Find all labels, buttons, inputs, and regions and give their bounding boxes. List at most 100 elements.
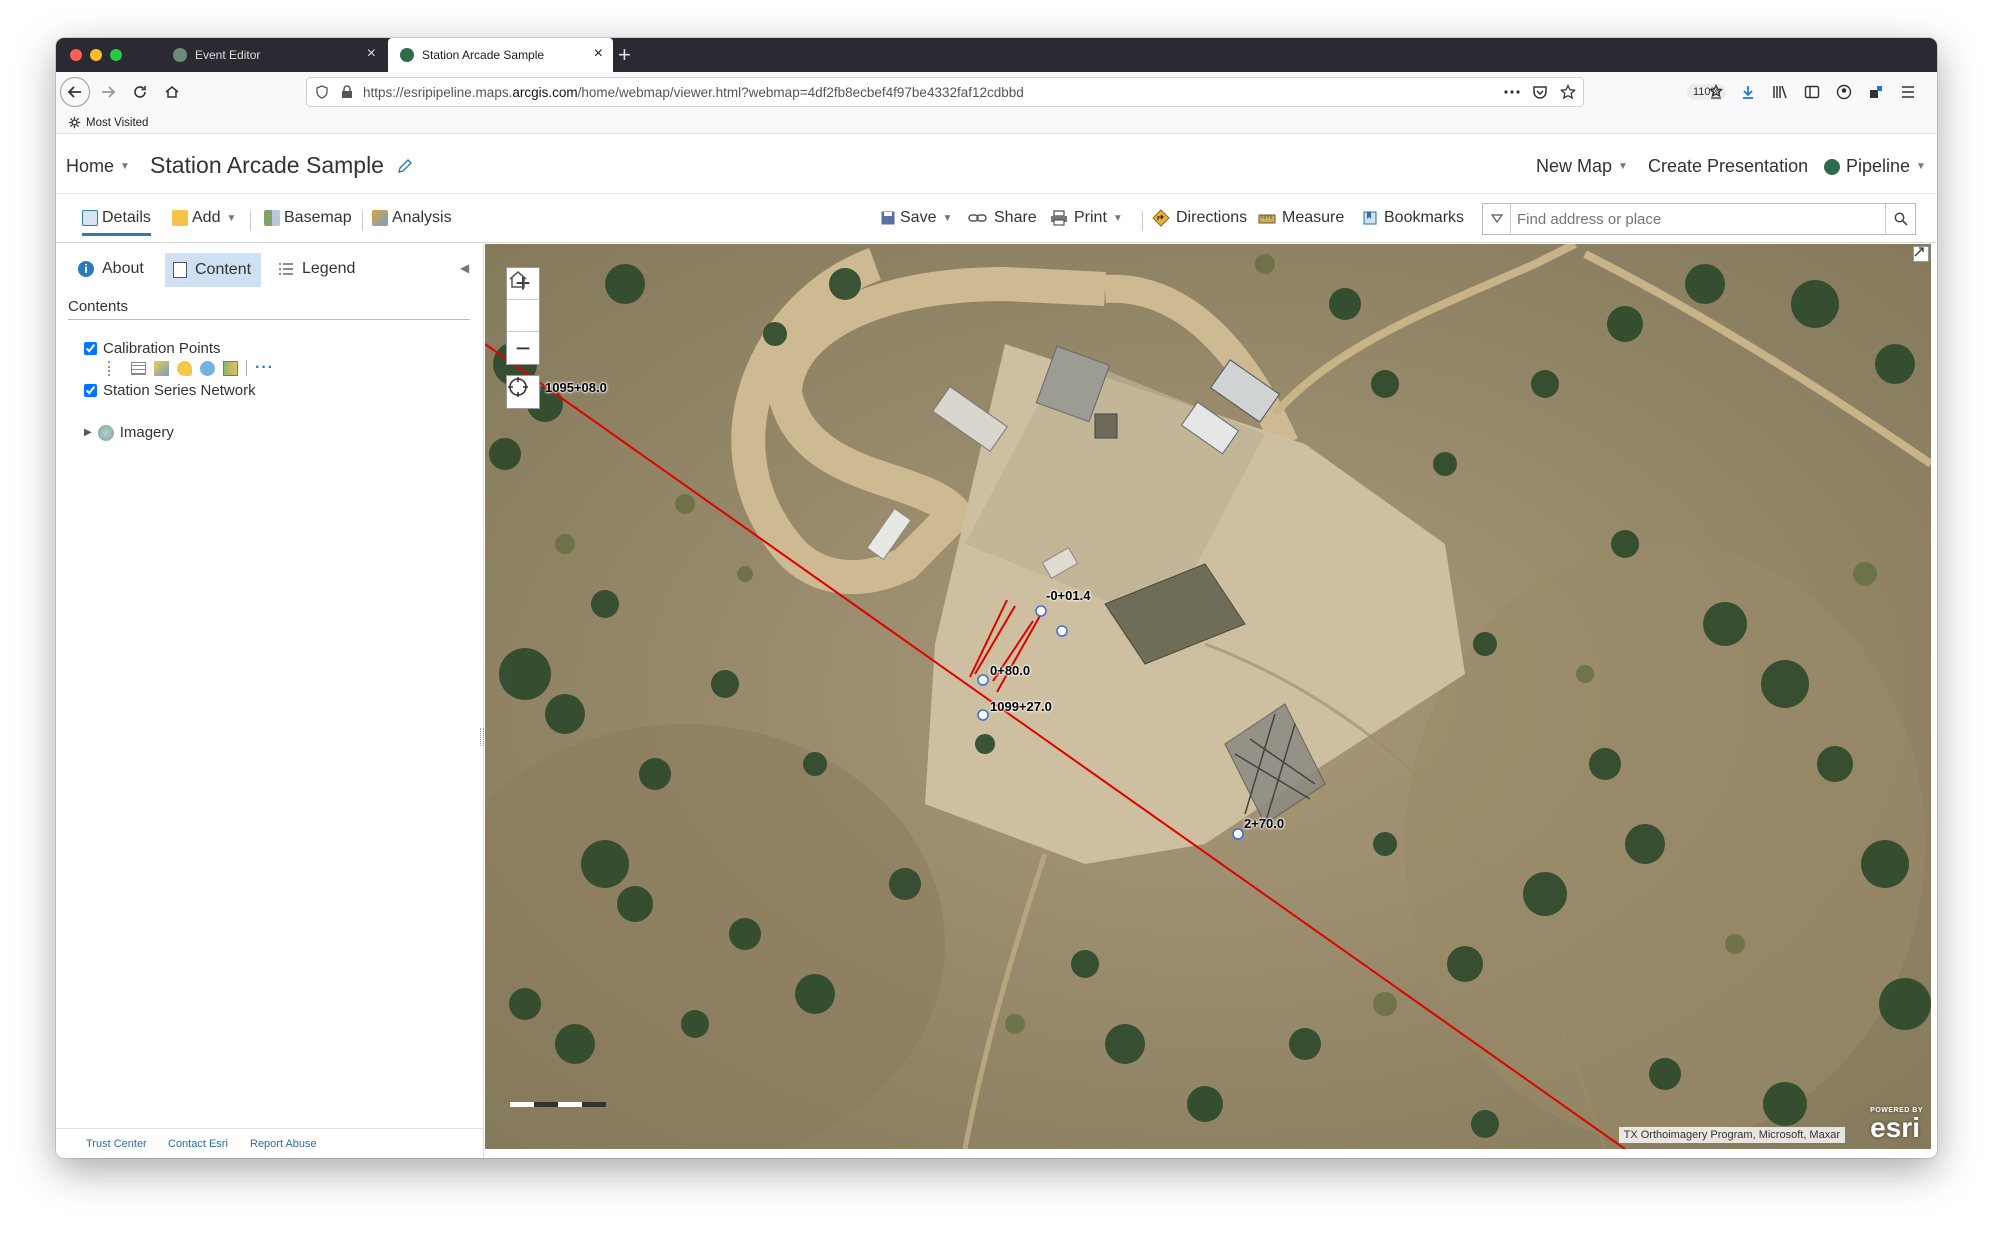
close-icon[interactable]: × <box>594 46 603 62</box>
pocket-button[interactable] <box>1526 78 1554 106</box>
hamburger-icon <box>1902 86 1914 98</box>
maximize-window-button[interactable] <box>110 49 122 61</box>
tab-station-arcade-sample[interactable]: Station Arcade Sample × <box>388 38 613 72</box>
library-button[interactable] <box>1766 78 1794 106</box>
print-button[interactable]: Print ▼ <box>1050 209 1123 227</box>
save-label: Save <box>900 209 937 226</box>
bookmark-icon <box>1363 211 1377 225</box>
org-menu[interactable]: Pipeline ▼ <box>1824 156 1926 177</box>
directions-button[interactable]: Directions <box>1152 209 1247 227</box>
details-label: Details <box>102 209 151 226</box>
home-button[interactable] <box>158 78 186 106</box>
chevron-down-icon: ▼ <box>942 212 953 224</box>
arrow-right-icon <box>102 86 116 98</box>
sidebar-button[interactable] <box>1798 78 1826 106</box>
esri-wordmark: esri <box>1870 1112 1920 1143</box>
tab-legend[interactable]: Legend <box>278 260 355 278</box>
satellite-imagery <box>485 244 1931 1149</box>
bookmarks-button[interactable]: Bookmarks <box>1362 209 1464 227</box>
attribute-table-icon[interactable] <box>131 361 146 375</box>
tab-legend-label: Legend <box>302 260 356 277</box>
layer-label[interactable]: Station Series Network <box>103 382 256 399</box>
layer-calibration-points: Calibration Points <box>84 340 221 357</box>
layer-label[interactable]: Calibration Points <box>103 340 221 357</box>
back-button[interactable] <box>60 77 90 107</box>
bookmark-label: Most Visited <box>86 116 149 129</box>
legend-list-icon <box>279 263 293 275</box>
more-options-icon[interactable]: ··· <box>255 359 274 377</box>
minimize-window-button[interactable] <box>90 49 102 61</box>
default-extent-button[interactable] <box>507 271 539 332</box>
page-actions-button[interactable] <box>1498 78 1526 106</box>
filter-chevron-icon <box>1490 214 1503 224</box>
side-panel: i About Content Legend ◀ Contents Calibr… <box>56 244 484 1158</box>
expand-triangle-icon[interactable]: ▶ <box>84 427 92 438</box>
expand-map-button[interactable] <box>1913 246 1929 262</box>
chevron-down-icon: ▼ <box>1112 212 1123 224</box>
add-button[interactable]: Add ▼ <box>172 209 236 227</box>
reading-list-button[interactable] <box>1702 78 1730 106</box>
change-style-icon[interactable] <box>154 360 169 376</box>
close-window-button[interactable] <box>70 49 82 61</box>
perform-analysis-icon[interactable] <box>200 360 215 376</box>
directions-label: Directions <box>1176 209 1248 226</box>
search-source-dropdown[interactable] <box>1483 204 1511 234</box>
close-icon[interactable]: × <box>367 46 376 62</box>
tab-label: Event Editor <box>195 48 261 62</box>
show-labels-icon[interactable] <box>223 360 238 376</box>
edit-pencil-icon[interactable] <box>396 157 414 175</box>
url-bar[interactable]: https://esripipeline.maps.arcgis.com/hom… <box>306 77 1727 107</box>
details-button[interactable]: Details <box>82 209 151 236</box>
org-globe-icon <box>1824 158 1840 175</box>
new-tab-button[interactable]: + <box>618 42 631 68</box>
create-presentation-link[interactable]: Create Presentation <box>1648 156 1808 177</box>
locate-button[interactable] <box>506 375 540 409</box>
forward-button[interactable] <box>94 78 122 106</box>
esri-logo[interactable]: POWERED BY esri <box>1870 1107 1923 1143</box>
account-button[interactable] <box>1830 78 1858 106</box>
bookmark-star-button[interactable] <box>1554 78 1582 106</box>
analysis-label: Analysis <box>392 209 452 226</box>
search-input[interactable] <box>1517 209 1869 229</box>
share-button[interactable]: Share <box>968 209 1037 227</box>
reload-button[interactable] <box>126 78 154 106</box>
printer-icon <box>1051 210 1067 226</box>
basemap-button[interactable]: Basemap <box>264 209 352 227</box>
home-icon <box>165 86 179 98</box>
zoom-out-button[interactable]: − <box>507 332 539 364</box>
layer-label[interactable]: Imagery <box>120 424 174 441</box>
new-map-menu[interactable]: New Map ▼ <box>1536 156 1628 177</box>
collapse-panel-icon[interactable]: ◀ <box>460 261 469 275</box>
measure-button[interactable]: Measure <box>1258 209 1344 227</box>
tab-about[interactable]: i About <box>78 260 144 278</box>
legend-tree-icon[interactable] <box>108 360 123 376</box>
layer-station-series-network: Station Series Network <box>84 382 256 399</box>
tab-bar: Event Editor × Station Arcade Sample × + <box>56 38 1937 72</box>
report-abuse-link[interactable]: Report Abuse <box>250 1138 317 1150</box>
new-map-label: New Map <box>1536 156 1613 176</box>
contents-heading: Contents <box>68 294 470 320</box>
layer-visibility-checkbox[interactable] <box>84 384 97 397</box>
home-menu[interactable]: Home ▼ <box>66 156 130 177</box>
analysis-button[interactable]: Analysis <box>372 209 452 227</box>
app-header: Home ▼ Station Arcade Sample New Map ▼ C… <box>56 134 1937 194</box>
search-button[interactable] <box>1885 204 1915 234</box>
add-layer-icon <box>172 210 188 226</box>
chevron-down-icon: ▼ <box>1916 161 1926 172</box>
most-visited-bookmark[interactable]: Most Visited <box>68 116 148 129</box>
map-view[interactable]: 1095+08.0 -0+01.4 0+80.0 1099+27.0 2+70.… <box>485 244 1931 1149</box>
extensions-button[interactable] <box>1862 78 1890 106</box>
menu-button[interactable] <box>1894 78 1922 106</box>
bookmarks-bar: Most Visited <box>56 112 1937 134</box>
tab-content[interactable]: Content <box>165 253 261 287</box>
panel-splitter[interactable] <box>480 728 484 746</box>
layer-visibility-checkbox[interactable] <box>84 342 97 355</box>
save-button[interactable]: Save ▼ <box>880 209 952 227</box>
trust-center-link[interactable]: Trust Center <box>86 1138 147 1150</box>
contact-esri-link[interactable]: Contact Esri <box>168 1138 228 1150</box>
save-disk-icon <box>881 211 895 225</box>
library-icon <box>1773 85 1787 99</box>
tab-event-editor[interactable]: Event Editor × <box>161 38 386 72</box>
filter-icon[interactable] <box>177 360 192 376</box>
downloads-button[interactable] <box>1734 78 1762 106</box>
